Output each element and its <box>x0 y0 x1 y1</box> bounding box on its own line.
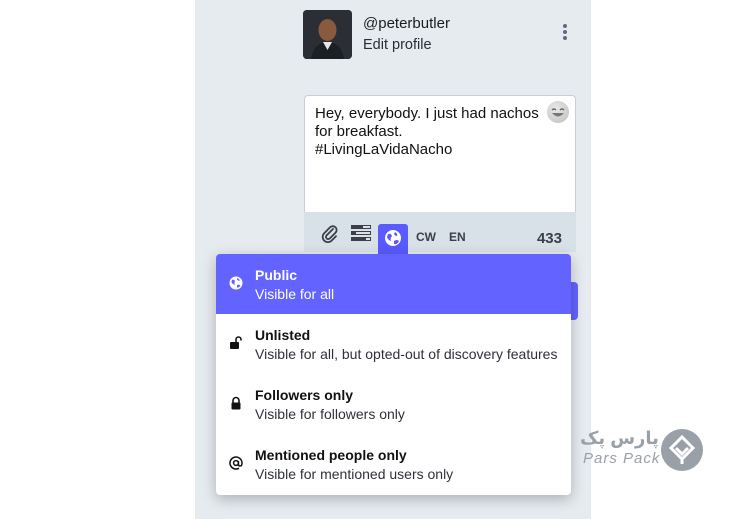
option-title: Followers only <box>255 387 354 403</box>
visibility-option-public[interactable]: Public Visible for all <box>216 254 571 314</box>
visibility-option-unlisted[interactable]: Unlisted Visible for all, but opted-out … <box>216 314 571 374</box>
compose-toolbar: CW EN 433 <box>304 212 576 254</box>
watermark-latin: Pars Pack <box>583 450 661 467</box>
option-title: Public <box>255 267 298 283</box>
visibility-dropdown: Public Visible for all Unlisted Visible … <box>216 254 571 495</box>
at-icon <box>229 456 243 470</box>
visibility-option-followers-only[interactable]: Followers only Visible for followers onl… <box>216 374 571 434</box>
content-warning-button[interactable]: CW <box>416 230 436 244</box>
avatar[interactable] <box>303 10 352 59</box>
globe-icon <box>229 276 243 290</box>
option-description: Visible for all <box>255 286 335 302</box>
emoji-icon[interactable] <box>547 101 569 123</box>
username: @peterbutler <box>363 15 450 32</box>
unlock-icon <box>229 336 243 350</box>
option-description: Visible for all, but opted-out of discov… <box>255 346 558 362</box>
option-description: Visible for mentioned users only <box>255 466 454 482</box>
more-options-icon[interactable] <box>558 24 572 44</box>
paperclip-icon[interactable] <box>320 224 340 244</box>
character-counter: 433 <box>536 230 562 247</box>
option-title: Unlisted <box>255 327 311 343</box>
edit-profile-link[interactable]: Edit profile <box>363 37 432 53</box>
language-button[interactable]: EN <box>449 230 466 244</box>
lock-icon <box>229 396 243 410</box>
parspack-logo-icon <box>660 428 704 472</box>
compose-textarea[interactable]: Hey, everybody. I just had nachos for br… <box>304 95 576 212</box>
watermark-persian: پارس پک <box>580 428 659 448</box>
option-description: Visible for followers only <box>255 406 405 422</box>
poll-icon[interactable] <box>351 224 371 242</box>
compose-text[interactable]: Hey, everybody. I just had nachos for br… <box>315 105 545 159</box>
visibility-button[interactable] <box>378 224 408 254</box>
option-title: Mentioned people only <box>255 447 407 463</box>
parspack-watermark: پارس پک Pars Pack <box>580 428 710 472</box>
visibility-option-mentioned-only[interactable]: Mentioned people only Visible for mentio… <box>216 434 571 494</box>
